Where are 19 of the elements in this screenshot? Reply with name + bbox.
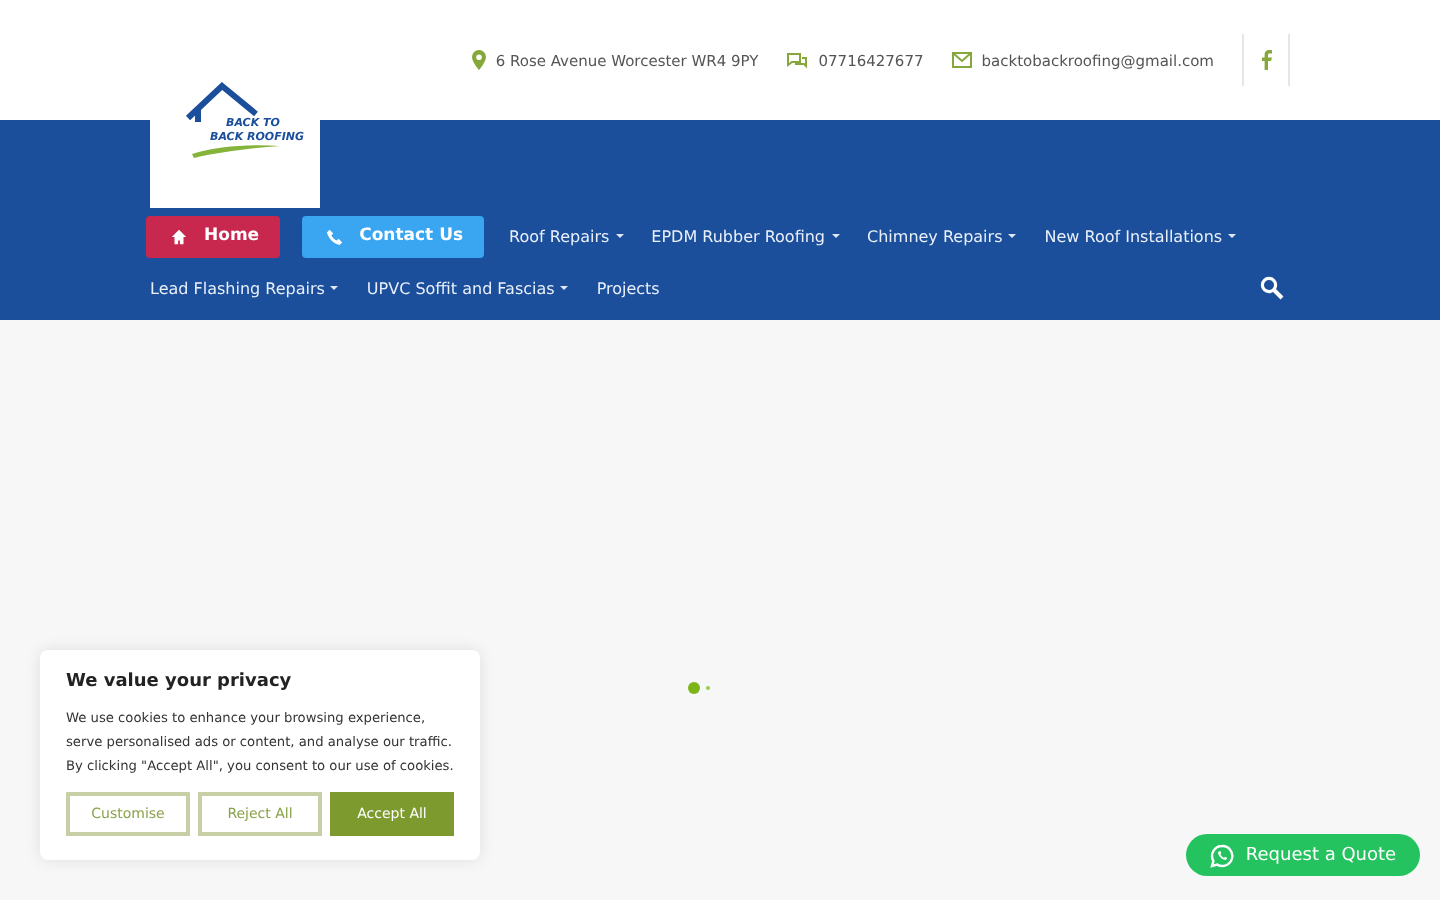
envelope-icon: [951, 52, 972, 68]
facebook-link[interactable]: [1242, 34, 1290, 86]
nav-link[interactable]: EPDM Rubber Roofing: [647, 227, 844, 245]
whatsapp-icon: [1209, 843, 1234, 867]
loading-dots-icon: [688, 682, 710, 694]
nav-link[interactable]: Roof Repairs: [505, 227, 628, 245]
phone-icon: [325, 227, 344, 245]
nav-button[interactable]: Home: [146, 215, 280, 257]
nav-link[interactable]: Chimney Repairs: [863, 227, 1021, 245]
facebook-icon: [1261, 50, 1271, 70]
location-pin-icon: [471, 50, 486, 70]
cookie-title: We value your privacy: [66, 672, 294, 692]
search-icon[interactable]: [1260, 276, 1284, 300]
nav-link[interactable]: UPVC Soffit and Fascias: [362, 279, 573, 297]
nav-link[interactable]: Lead Flashing Repairs: [146, 279, 343, 297]
nav-link[interactable]: Projects: [592, 279, 664, 297]
nav-link[interactable]: New Roof Installations: [1040, 227, 1241, 245]
home-icon: [170, 227, 188, 245]
chat-icon: [786, 51, 809, 69]
